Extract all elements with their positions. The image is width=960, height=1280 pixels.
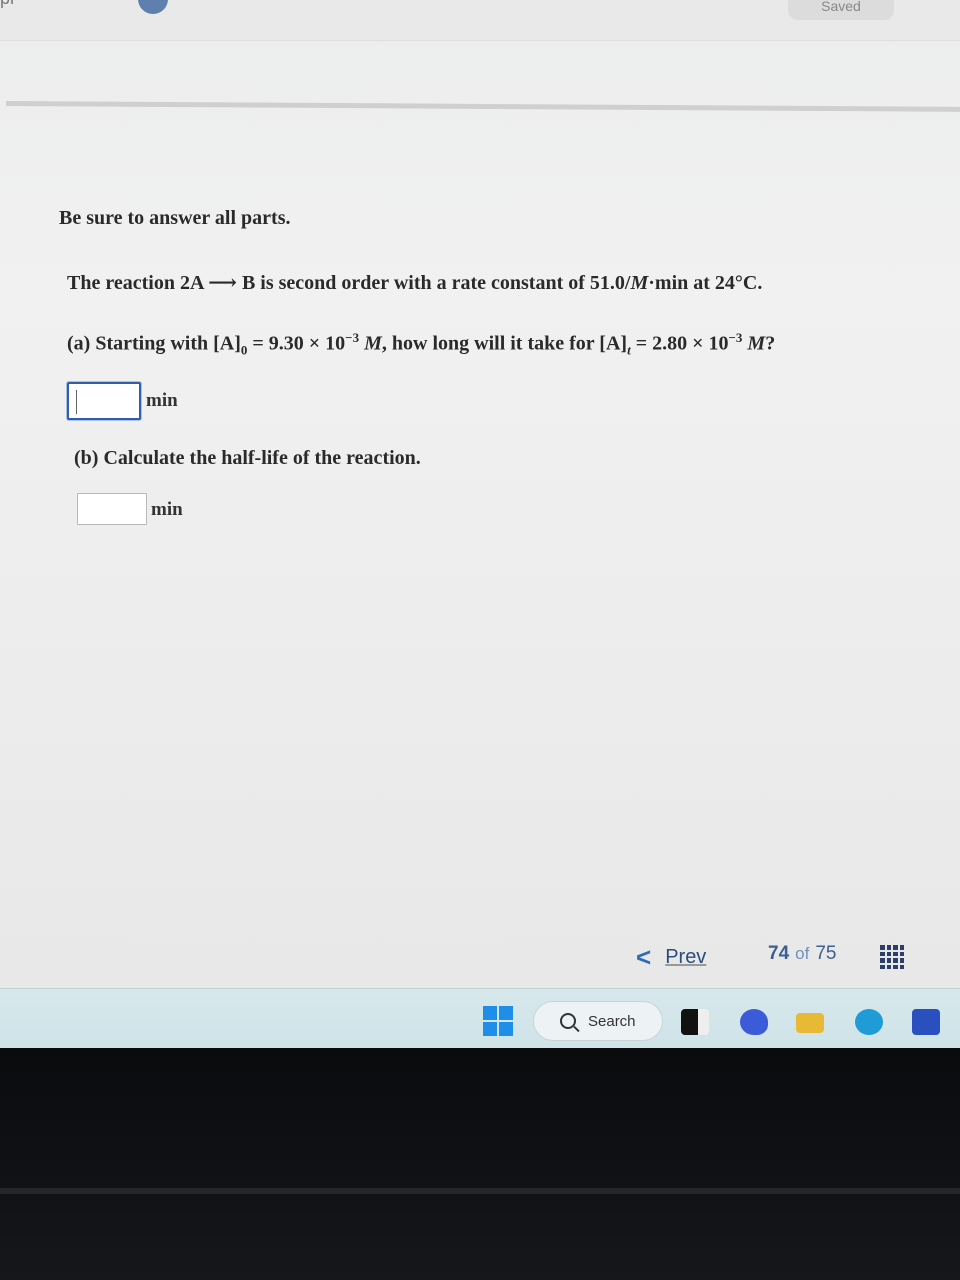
file-explorer-icon[interactable] bbox=[681, 1009, 709, 1035]
text-caret bbox=[76, 390, 77, 414]
part-a-question: (a) Starting with [A]0 = 9.30 × 10−3 M, … bbox=[67, 330, 776, 358]
search-label: Search bbox=[588, 1012, 636, 1030]
bezel-edge bbox=[0, 1188, 960, 1194]
reaction-arrow: ⟶ bbox=[208, 272, 237, 294]
laptop-bezel bbox=[0, 1048, 960, 1280]
question-grid-icon[interactable] bbox=[880, 945, 904, 969]
prev-label: Prev bbox=[665, 945, 707, 968]
part-b-answer-input[interactable] bbox=[77, 493, 147, 525]
reaction-statement: The reaction 2A ⟶ B is second order with… bbox=[67, 272, 763, 294]
taskbar-search[interactable]: Search bbox=[533, 1001, 663, 1041]
header-divider bbox=[5, 101, 960, 112]
meet-icon[interactable] bbox=[740, 1009, 768, 1035]
browser-screen: pr Saved Be sure to answer all parts. Th… bbox=[0, 0, 960, 988]
prev-button[interactable]: < Prev bbox=[636, 941, 706, 973]
part-b-question: (b) Calculate the half-life of the react… bbox=[74, 447, 421, 469]
saved-status-button[interactable]: Saved bbox=[788, 0, 894, 20]
page-indicator[interactable]: 74 of 75 bbox=[768, 943, 836, 965]
search-icon bbox=[560, 1013, 576, 1029]
part-a-unit: min bbox=[146, 390, 178, 411]
instruction-text: Be sure to answer all parts. bbox=[59, 207, 291, 229]
part-a-answer-input[interactable] bbox=[67, 382, 141, 420]
store-icon[interactable] bbox=[912, 1009, 940, 1035]
chevron-left-icon: < bbox=[636, 941, 652, 972]
folder-icon[interactable] bbox=[796, 1013, 824, 1033]
info-icon[interactable] bbox=[138, 0, 168, 14]
windows-start-icon[interactable] bbox=[483, 1006, 513, 1036]
windows-taskbar: Search bbox=[0, 988, 960, 1049]
part-b-unit: min bbox=[151, 499, 183, 520]
edge-browser-icon[interactable] bbox=[855, 1009, 883, 1035]
question-navigation: < Prev 74 of 75 bbox=[0, 935, 960, 980]
partial-header-text: pr bbox=[0, 0, 16, 9]
top-toolbar: pr Saved bbox=[0, 0, 960, 41]
